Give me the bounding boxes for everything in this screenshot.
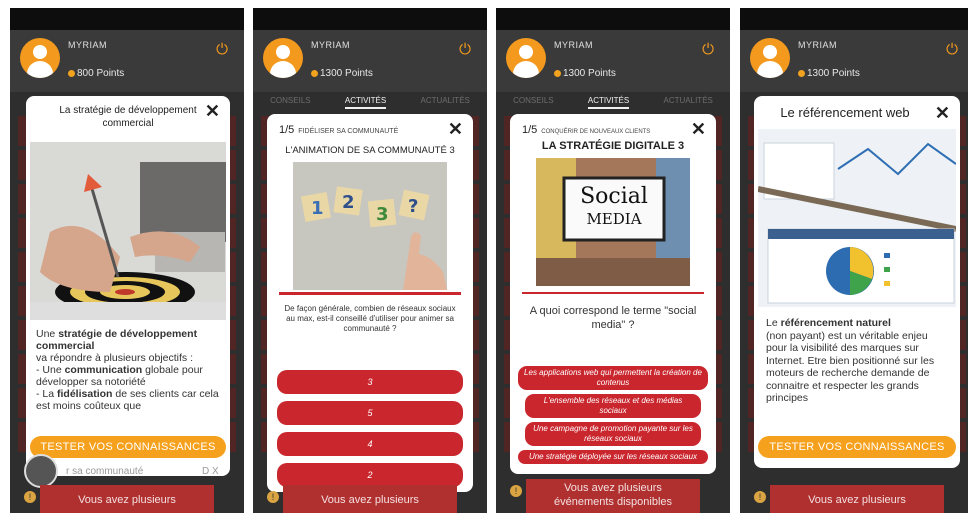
- profile-header: MYRIAM 800 Points ⏻: [10, 30, 244, 92]
- answer-button[interactable]: 5: [277, 401, 463, 425]
- phone-screen-4: MYRIAM 1300 Points ⏻ Le référencement we…: [740, 8, 968, 513]
- tab-bar: CONSEILS ACTIVITÉS ACTUALITÉS: [496, 92, 730, 110]
- answer-button[interactable]: 3: [277, 370, 463, 394]
- points-label: 1300 Points: [798, 68, 860, 79]
- points-label: 800 Points: [68, 68, 124, 79]
- quiz-progress: 1/5 FIDÉLISER SA COMMUNAUTÉ: [279, 124, 399, 136]
- quiz-title: L'ANIMATION DE SA COMMUNAUTÉ 3: [285, 145, 455, 156]
- power-icon[interactable]: ⏻: [944, 42, 960, 58]
- modal-title: Le référencement web: [780, 105, 910, 120]
- phone-screen-1: MYRIAM 800 Points ⏻ La stratégie de déve…: [10, 8, 244, 513]
- info-icon: !: [24, 491, 36, 503]
- answer-button[interactable]: 2: [277, 463, 463, 487]
- avatar[interactable]: [750, 38, 790, 78]
- power-icon[interactable]: ⏻: [214, 42, 230, 58]
- answer-button[interactable]: Une stratégie déployée sur les réseaux s…: [518, 450, 708, 464]
- phone-screen-2: MYRIAM 1300 Points ⏻ CONSEILS ACTIVITÉS …: [253, 8, 487, 513]
- image-caption-1: Social: [580, 184, 648, 209]
- svg-text:2: 2: [342, 192, 355, 213]
- info-icon: !: [754, 491, 766, 503]
- status-bar: [496, 8, 730, 30]
- quiz-question: A quoi correspond le terme "social media…: [529, 305, 697, 331]
- tab-activites[interactable]: ACTIVITÉS: [344, 92, 387, 109]
- coin-icon: [798, 70, 805, 77]
- dartboard-image: [30, 142, 226, 320]
- bottom-banner[interactable]: Vous avez plusieurs événements disponibl…: [526, 479, 700, 513]
- modal-title: La stratégie de développement commercial: [59, 105, 197, 129]
- behind-item-side: D X: [202, 466, 219, 477]
- tab-actualites[interactable]: ACTUALITÉS: [421, 92, 470, 110]
- status-bar: [740, 8, 968, 30]
- answers-list: 3 5 4 2: [277, 370, 463, 492]
- points-label: 1300 Points: [311, 68, 373, 79]
- avatar[interactable]: [263, 38, 303, 78]
- profile-header: MYRIAM 1300 Points ⏻: [496, 30, 730, 92]
- status-bar: [253, 8, 487, 30]
- tab-actualites[interactable]: ACTUALITÉS: [664, 92, 713, 110]
- modal-body: Une stratégie de développement commercia…: [36, 328, 219, 412]
- close-icon[interactable]: ✕: [448, 120, 463, 138]
- avatar[interactable]: [506, 38, 546, 78]
- svg-text:1: 1: [311, 198, 324, 219]
- user-name: MYRIAM: [68, 40, 107, 50]
- bottom-banner[interactable]: Vous avez plusieurs: [283, 485, 457, 513]
- close-icon[interactable]: ✕: [935, 104, 950, 122]
- quiz-modal: 1/5 CONQUÉRIR DE NOUVEAUX CLIENTS ✕ LA ST…: [510, 114, 716, 474]
- answer-button[interactable]: 4: [277, 432, 463, 456]
- test-knowledge-button[interactable]: TESTER VOS CONNAISSANCES: [30, 436, 226, 458]
- power-icon[interactable]: ⏻: [700, 42, 716, 58]
- profile-header: MYRIAM 1300 Points ⏻: [253, 30, 487, 92]
- behind-item-label: r sa communauté: [66, 466, 144, 477]
- coin-icon: [68, 70, 75, 77]
- info-icon: !: [510, 485, 522, 497]
- quiz-modal: 1/5 FIDÉLISER SA COMMUNAUTÉ ✕ L'ANIMATION…: [267, 114, 473, 492]
- image-caption-2: MEDIA: [586, 210, 642, 228]
- coin-icon: [311, 70, 318, 77]
- modal-image: [758, 129, 956, 307]
- tab-conseils[interactable]: CONSEILS: [513, 92, 553, 110]
- bottom-banner[interactable]: Vous avez plusieurs: [770, 485, 944, 513]
- avatar[interactable]: [20, 38, 60, 78]
- user-name: MYRIAM: [798, 40, 837, 50]
- analytics-chart-image: [758, 129, 956, 307]
- floating-avatar[interactable]: [24, 454, 58, 488]
- info-icon: !: [267, 491, 279, 503]
- user-name: MYRIAM: [311, 40, 350, 50]
- svg-text:3: 3: [376, 204, 389, 225]
- quiz-image: 1 2 3 ?: [293, 162, 447, 290]
- quiz-question: De façon générale, combien de réseaux so…: [284, 304, 456, 333]
- quiz-progress: 1/5 CONQUÉRIR DE NOUVEAUX CLIENTS: [522, 124, 651, 136]
- profile-header: MYRIAM 1300 Points ⏻: [740, 30, 968, 92]
- info-modal: Le référencement web ✕ Le référencement …: [754, 96, 960, 468]
- screens-row: MYRIAM 800 Points ⏻ La stratégie de déve…: [0, 0, 968, 513]
- tab-conseils[interactable]: CONSEILS: [270, 92, 310, 110]
- points-label: 1300 Points: [554, 68, 616, 79]
- close-icon[interactable]: ✕: [205, 102, 220, 120]
- divider: [279, 292, 461, 295]
- number-blocks-image: 1 2 3 ?: [293, 162, 447, 290]
- power-icon[interactable]: ⏻: [457, 42, 473, 58]
- modal-body: Le référencement naturel (non payant) es…: [766, 317, 935, 404]
- divider: [522, 292, 704, 294]
- svg-text:?: ?: [408, 196, 418, 217]
- bottom-banner[interactable]: Vous avez plusieurs: [40, 485, 214, 513]
- answer-button[interactable]: L'ensemble des réseaux et des médias soc…: [525, 394, 701, 418]
- user-name: MYRIAM: [554, 40, 593, 50]
- status-bar: [10, 8, 244, 30]
- close-icon[interactable]: ✕: [691, 120, 706, 138]
- modal-image: [30, 142, 226, 320]
- phone-screen-3: MYRIAM 1300 Points ⏻ CONSEILS ACTIVITÉS …: [496, 8, 730, 513]
- answers-list: Les applications web qui permettent la c…: [516, 366, 710, 468]
- answer-button[interactable]: Les applications web qui permettent la c…: [518, 366, 708, 390]
- tab-bar: CONSEILS ACTIVITÉS ACTUALITÉS: [253, 92, 487, 110]
- quiz-image: Social MEDIA: [536, 158, 690, 286]
- test-knowledge-button[interactable]: TESTER VOS CONNAISSANCES: [758, 436, 956, 458]
- quiz-title: LA STRATÉGIE DIGITALE 3: [541, 140, 685, 152]
- answer-button[interactable]: Une campagne de promotion payante sur le…: [525, 422, 701, 446]
- tab-activites[interactable]: ACTIVITÉS: [587, 92, 630, 109]
- coin-icon: [554, 70, 561, 77]
- info-modal: La stratégie de développement commercial…: [26, 96, 230, 476]
